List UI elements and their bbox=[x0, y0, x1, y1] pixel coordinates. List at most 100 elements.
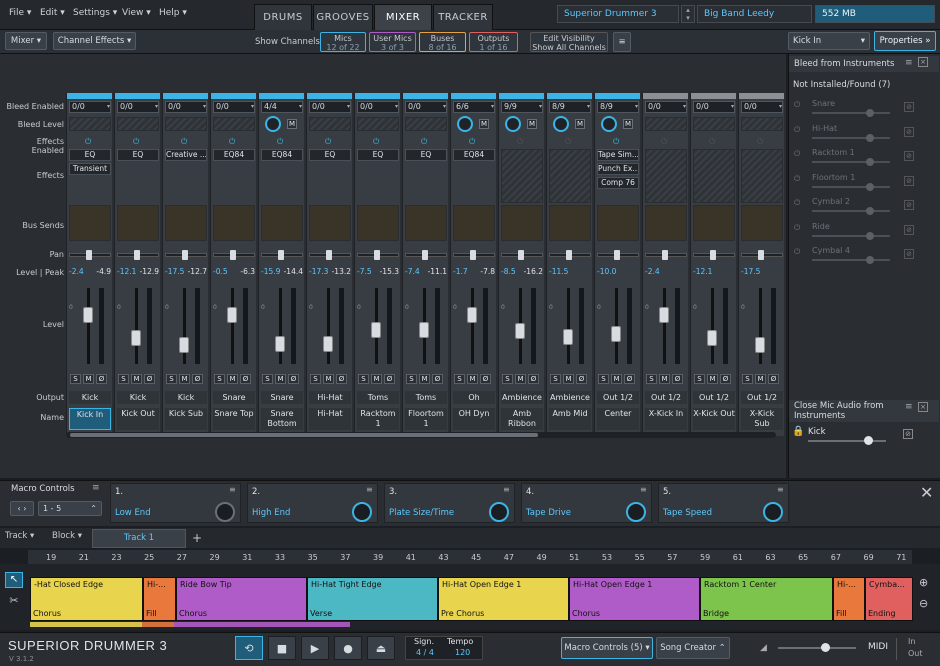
power-icon[interactable]: ⏻ bbox=[794, 125, 800, 135]
tempo-value[interactable]: 120 bbox=[455, 648, 470, 657]
output-select[interactable]: Kick bbox=[69, 391, 111, 404]
effect-slot[interactable]: EQ84 bbox=[261, 149, 303, 161]
effects-power-icon[interactable]: ⏻ bbox=[565, 137, 571, 147]
phase-button[interactable]: Ø bbox=[432, 374, 443, 384]
macro-slot-menu-icon[interactable]: ≡ bbox=[640, 485, 647, 494]
level-value[interactable]: -17.5 bbox=[741, 267, 763, 278]
level-value[interactable]: -7.4 bbox=[405, 267, 427, 278]
menu-view[interactable]: View ▾ bbox=[122, 8, 151, 18]
phase-button[interactable]: Ø bbox=[624, 374, 635, 384]
channel-name[interactable]: Snare Top bbox=[213, 408, 255, 430]
close-mic-slider-track[interactable] bbox=[808, 440, 886, 442]
fader-handle[interactable] bbox=[371, 322, 381, 338]
phase-button[interactable]: Ø bbox=[288, 374, 299, 384]
output-select[interactable]: Out 1/2 bbox=[741, 391, 783, 404]
phase-button[interactable]: Ø bbox=[720, 374, 731, 384]
fader-handle[interactable] bbox=[323, 336, 333, 352]
effects-power-icon[interactable]: ⏻ bbox=[661, 137, 667, 147]
pan-handle[interactable] bbox=[470, 250, 476, 260]
pan-handle[interactable] bbox=[182, 250, 188, 260]
effect-slot[interactable]: EQ84 bbox=[213, 149, 255, 161]
effects-power-icon[interactable]: ⏻ bbox=[517, 137, 523, 147]
bypass-icon[interactable]: ⊘ bbox=[904, 249, 914, 259]
bleed-slider-track[interactable] bbox=[812, 259, 890, 261]
song-segment[interactable]: Hi-... Fill bbox=[833, 577, 865, 621]
phase-button[interactable]: Ø bbox=[672, 374, 683, 384]
mute-button[interactable]: M bbox=[419, 374, 430, 384]
level-value[interactable]: -12.1 bbox=[117, 267, 139, 278]
fader-track[interactable] bbox=[231, 288, 234, 364]
bleed-slider-track[interactable] bbox=[812, 210, 890, 212]
effect-slot[interactable]: Creative ... bbox=[165, 149, 207, 161]
bleed-slider-track[interactable] bbox=[812, 112, 890, 114]
selected-channel-select[interactable]: Kick In ▾ bbox=[788, 32, 870, 50]
bleed-slider-handle[interactable] bbox=[866, 109, 874, 117]
overview-strip[interactable] bbox=[30, 622, 350, 627]
bleed-enabled-select[interactable]: 8/9 bbox=[597, 101, 639, 113]
mixer-view-select[interactable]: Mixer ▾ bbox=[5, 32, 47, 50]
effects-power-icon[interactable]: ⏻ bbox=[613, 137, 619, 147]
play-button[interactable]: ▶ bbox=[301, 636, 329, 660]
close-mic-close-icon[interactable]: × bbox=[918, 402, 928, 412]
tab-grooves[interactable]: GROOVES bbox=[313, 4, 373, 30]
phase-button[interactable]: Ø bbox=[384, 374, 395, 384]
bleed-enabled-select[interactable]: 0/0 bbox=[69, 101, 111, 113]
close-mic-menu-icon[interactable]: ≡ bbox=[905, 402, 913, 412]
macro-slot-name[interactable]: Tape Drive bbox=[526, 508, 571, 518]
effects-power-icon[interactable]: ⏻ bbox=[85, 137, 91, 147]
bypass-icon[interactable]: ⊘ bbox=[904, 151, 914, 161]
solo-button[interactable]: S bbox=[118, 374, 129, 384]
mute-button[interactable]: M bbox=[131, 374, 142, 384]
fader-track[interactable] bbox=[327, 288, 330, 364]
effects-power-icon[interactable]: ⏻ bbox=[709, 137, 715, 147]
phase-button[interactable]: Ø bbox=[528, 374, 539, 384]
fader-handle[interactable] bbox=[563, 329, 573, 345]
power-icon[interactable]: ⏻ bbox=[794, 149, 800, 159]
scissors-tool-icon[interactable]: ✂ bbox=[5, 594, 23, 610]
level-value[interactable]: -7.5 bbox=[357, 267, 379, 278]
fader-handle[interactable] bbox=[659, 307, 669, 323]
pan-handle[interactable] bbox=[614, 250, 620, 260]
bypass-icon[interactable]: ⊘ bbox=[904, 175, 914, 186]
channel-name[interactable]: Kick In bbox=[69, 408, 111, 430]
menu-settings[interactable]: Settings ▾ bbox=[73, 8, 117, 18]
macro-slot-menu-icon[interactable]: ≡ bbox=[503, 485, 510, 494]
fader-handle[interactable] bbox=[131, 330, 141, 346]
macro-knob[interactable] bbox=[626, 502, 646, 522]
bleed-mute-button[interactable]: M bbox=[527, 119, 537, 129]
song-segment[interactable]: Racktom 1 Center Bridge bbox=[700, 577, 833, 621]
fader-handle[interactable] bbox=[83, 307, 93, 323]
macro-page-stepper[interactable]: ‹ › bbox=[10, 501, 34, 516]
output-select[interactable]: Toms bbox=[357, 391, 399, 404]
pan-handle[interactable] bbox=[326, 250, 332, 260]
song-segment[interactable]: Hi-... Fill bbox=[143, 577, 176, 621]
power-icon[interactable]: ⏻ bbox=[794, 100, 800, 110]
effect-slot[interactable]: EQ bbox=[117, 149, 159, 161]
channel-name[interactable]: Kick Out bbox=[117, 408, 159, 430]
bypass-icon[interactable]: ⊘ bbox=[904, 102, 914, 112]
effects-power-icon[interactable]: ⏻ bbox=[469, 137, 475, 147]
power-icon[interactable]: ⏻ bbox=[794, 223, 800, 233]
solo-button[interactable]: S bbox=[550, 374, 561, 384]
pointer-tool-icon[interactable]: ↖ bbox=[5, 572, 23, 588]
level-value[interactable]: -8.5 bbox=[501, 267, 523, 278]
macro-knob[interactable] bbox=[763, 502, 783, 522]
bleed-slider-handle[interactable] bbox=[866, 133, 874, 142]
macro-menu-icon[interactable]: ≡ bbox=[92, 483, 100, 493]
effect-slot[interactable]: EQ bbox=[309, 149, 351, 161]
buses-toggle[interactable]: Buses 8 of 16 bbox=[419, 32, 466, 52]
effects-power-icon[interactable]: ⏻ bbox=[133, 137, 139, 147]
track-tab-1[interactable]: Track 1 bbox=[92, 529, 186, 548]
fader-handle[interactable] bbox=[467, 307, 477, 323]
bleed-slider-track[interactable] bbox=[812, 234, 890, 237]
bleed-enabled-select[interactable]: 6/6 bbox=[453, 101, 495, 113]
solo-button[interactable]: S bbox=[406, 374, 417, 384]
level-value[interactable]: -2.4 bbox=[69, 267, 91, 278]
effect-slot[interactable]: EQ bbox=[357, 149, 399, 161]
solo-button[interactable]: S bbox=[70, 374, 81, 384]
output-select[interactable]: Toms bbox=[405, 391, 447, 404]
timeline-ruler[interactable] bbox=[28, 550, 912, 564]
output-select[interactable]: Snare bbox=[213, 391, 255, 404]
bleed-enabled-select[interactable]: 0/0 bbox=[693, 101, 735, 113]
mute-button[interactable]: M bbox=[659, 374, 670, 384]
